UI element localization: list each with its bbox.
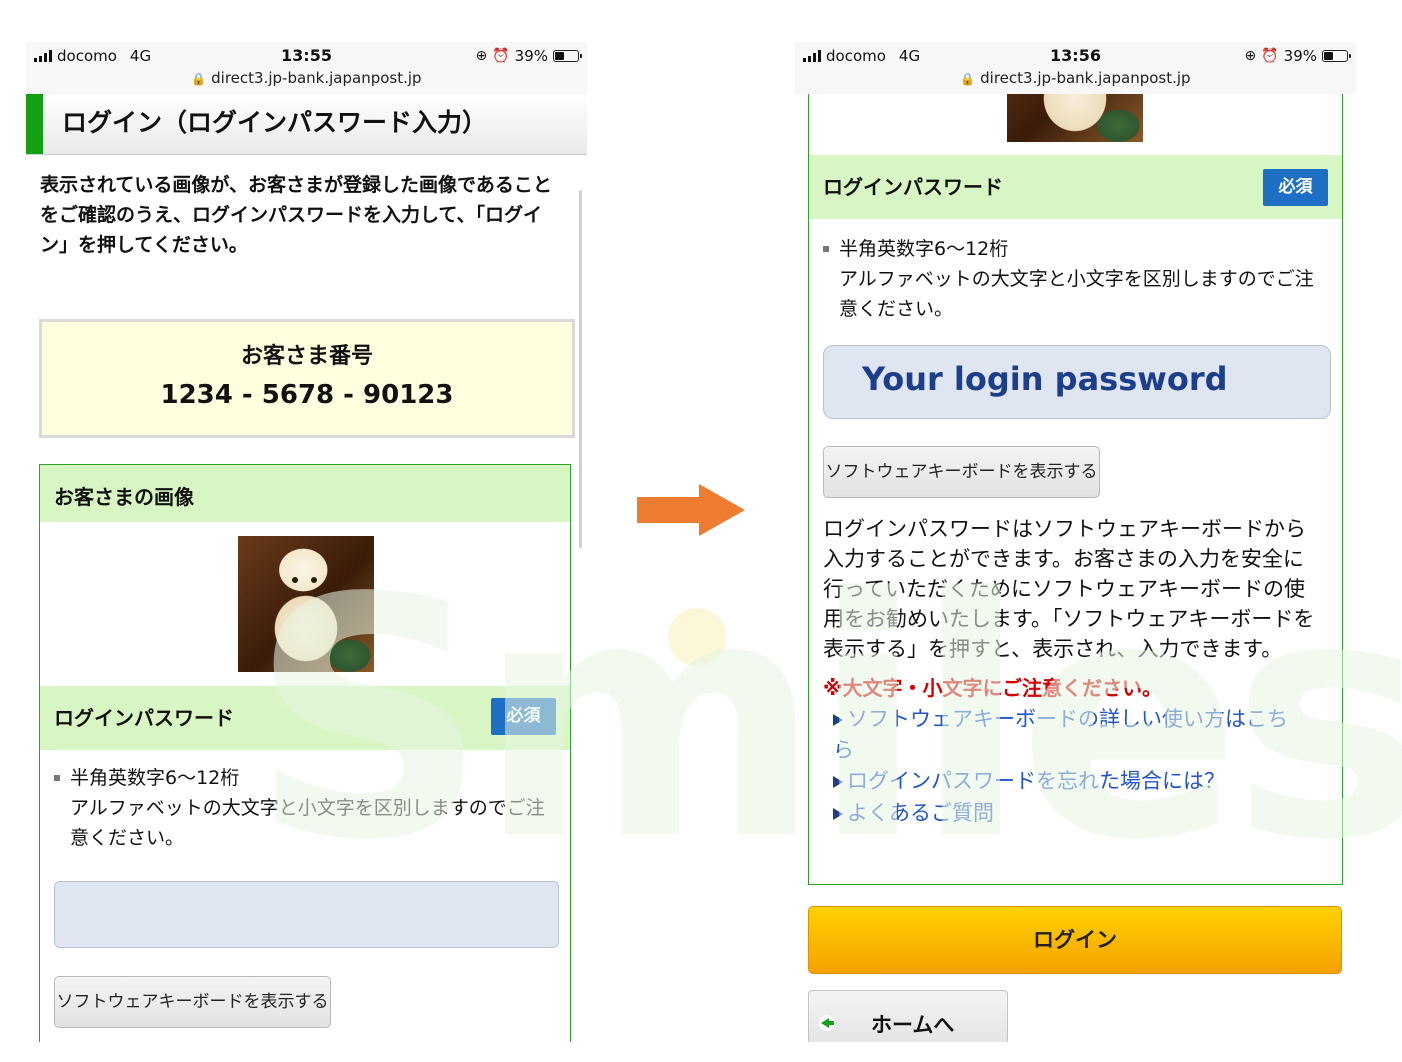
battery-percent: 39% (514, 47, 548, 65)
status-icons: ⊕ ⏰ 39% (1244, 47, 1351, 65)
login-form: お客さまの画像 ログインパスワード 必須 半角英数字6～12桁 アルファベットの… (39, 464, 571, 1042)
bullet-square-icon (823, 246, 829, 252)
rule-line-1: 半角英数字6～12桁 (70, 767, 240, 789)
bullet-square-icon (54, 775, 60, 781)
battery-percent: 39% (1283, 47, 1317, 65)
login-form: ログインパスワード 必須 半角英数字6～12桁 アルファベットの大文字と小文字を… (808, 42, 1343, 885)
show-soft-keyboard-button[interactable]: ソフトウェアキーボードを表示する (54, 976, 331, 1028)
forgot-password-link[interactable]: ログインパスワードを忘れた場合には？ (833, 766, 1303, 797)
back-arrow-icon (819, 1015, 835, 1031)
arrow-right-icon (637, 484, 745, 536)
required-badge: 必須 (1263, 169, 1328, 206)
lock-icon: 🔒 (191, 72, 207, 86)
login-button[interactable]: ログイン (808, 906, 1342, 974)
page-title: ログイン（ログインパスワード入力） (62, 108, 488, 137)
image-section-title: お客さまの画像 (54, 485, 194, 509)
password-rules: 半角英数字6～12桁 アルファベットの大文字と小文字を区別しますのでご注意くださ… (823, 234, 1323, 324)
screenshot-after: ログインパスワード 必須 半角英数字6～12桁 アルファベットの大文字と小文字を… (795, 42, 1356, 1042)
link-text: ログインパスワードを忘れた場合には？ (847, 769, 1225, 793)
address-bar[interactable]: 🔒 direct3.jp-bank.japanpost.jp (795, 69, 1356, 87)
password-input[interactable] (54, 881, 559, 948)
dog-face (238, 536, 374, 672)
battery-icon (1322, 50, 1351, 62)
triangle-right-icon (833, 776, 843, 788)
link-text: よくあるご質問 (847, 801, 994, 825)
rule-line-2: アルファベットの大文字と小文字を区別しますのでご注意ください。 (70, 797, 545, 849)
case-caution-text: ※大文字・小文字にご注意ください。 (823, 676, 1163, 700)
page-header: ログイン（ログインパスワード入力） (26, 94, 587, 155)
triangle-right-icon (833, 714, 843, 726)
customer-number-box: お客さま番号 1234 - 5678 - 90123 (39, 319, 575, 438)
header-accent-bar (26, 94, 43, 154)
scrollbar[interactable] (579, 190, 582, 548)
url-text: direct3.jp-bank.japanpost.jp (211, 69, 422, 87)
rule-line-2: アルファベットの大文字と小文字を区別しますのでご注意ください。 (839, 268, 1314, 320)
faq-link[interactable]: よくあるご質問 (833, 798, 1303, 829)
instructions-text: 表示されている画像が、お客さまが登録した画像であることをご確認のうえ、ログインパ… (40, 174, 552, 256)
soft-keyboard-help-link[interactable]: ソフトウェアキーボードの詳しい使い方はこちら (833, 704, 1303, 766)
password-section-title: ログインパスワード (823, 175, 1003, 199)
customer-image (238, 536, 374, 672)
url-text: direct3.jp-bank.japanpost.jp (980, 69, 1191, 87)
screenshot-before: docomo 4G 13:55 ⊕ ⏰ 39% 🔒 direct3.jp-ban… (26, 42, 587, 1042)
password-value: Your login password (862, 360, 1228, 398)
home-button[interactable]: ホームへ (808, 990, 1008, 1042)
orientation-lock-icon: ⊕ (475, 48, 488, 64)
password-rules: 半角英数字6～12桁 アルファベットの大文字と小文字を区別しますのでご注意くださ… (54, 763, 554, 853)
battery-icon (553, 50, 582, 62)
alarm-icon: ⏰ (1261, 48, 1279, 64)
image-section-header: お客さまの画像 (40, 465, 570, 522)
soft-keyboard-description: ログインパスワードはソフトウェアキーボードから入力することができます。お客さまの… (823, 517, 1315, 661)
password-input[interactable]: Your login password (823, 345, 1331, 419)
link-text: ソフトウェアキーボードの詳しい使い方はこちら (833, 707, 1288, 762)
address-bar[interactable]: 🔒 direct3.jp-bank.japanpost.jp (26, 69, 587, 87)
lock-icon: 🔒 (960, 72, 976, 86)
status-bar: docomo 4G 13:56 ⊕ ⏰ 39% 🔒 direct3.jp-ban… (795, 42, 1356, 94)
triangle-right-icon (833, 808, 843, 820)
required-badge: 必須 (491, 698, 556, 735)
home-button-label: ホームへ (871, 1013, 955, 1037)
customer-number-label: お客さま番号 (240, 344, 373, 369)
password-section-header: ログインパスワード 必須 (809, 155, 1342, 219)
customer-number-value: 1234 - 5678 - 90123 (160, 380, 454, 410)
rule-line-1: 半角英数字6～12桁 (839, 238, 1009, 260)
status-bar: docomo 4G 13:55 ⊕ ⏰ 39% 🔒 direct3.jp-ban… (26, 42, 587, 94)
orientation-lock-icon: ⊕ (1244, 48, 1257, 64)
show-soft-keyboard-button[interactable]: ソフトウェアキーボードを表示する (823, 446, 1100, 498)
alarm-icon: ⏰ (492, 48, 510, 64)
watermark-dot (668, 608, 726, 666)
password-section-header: ログインパスワード 必須 (40, 686, 570, 750)
status-icons: ⊕ ⏰ 39% (475, 47, 582, 65)
password-section-title: ログインパスワード (54, 706, 234, 730)
